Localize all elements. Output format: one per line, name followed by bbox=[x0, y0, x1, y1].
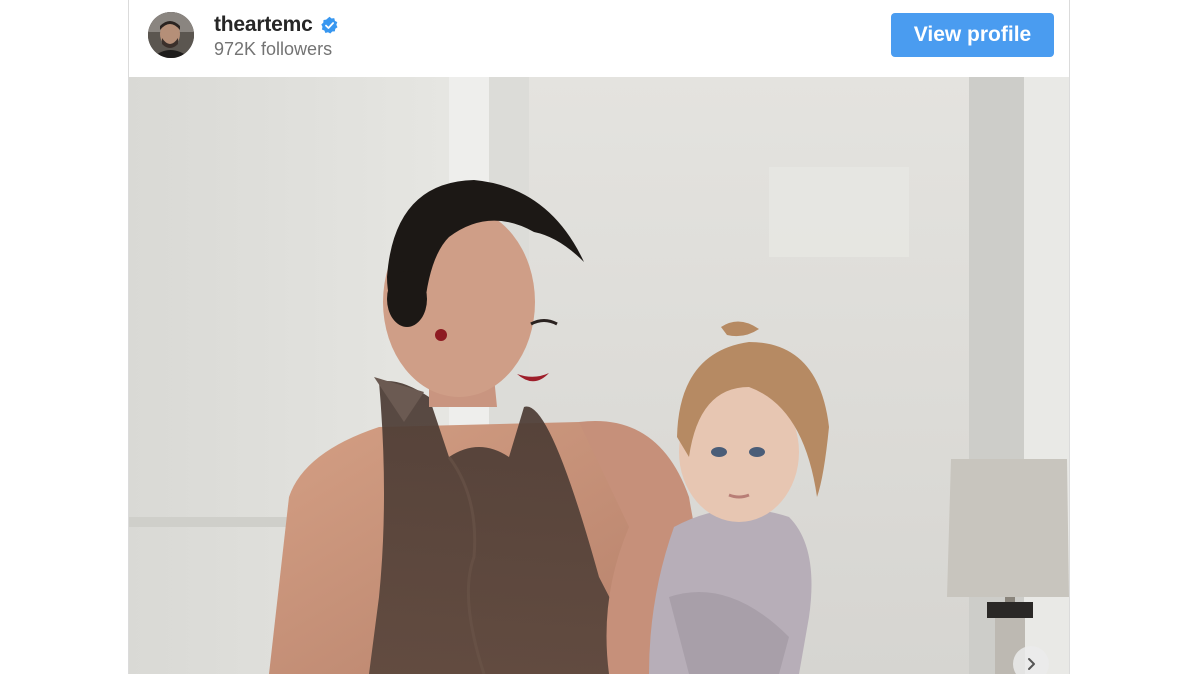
username[interactable]: theartemc bbox=[214, 13, 313, 37]
next-photo-button[interactable] bbox=[1013, 646, 1049, 674]
chevron-right-icon bbox=[1028, 658, 1035, 670]
username-row: theartemc bbox=[214, 12, 339, 38]
avatar-image bbox=[148, 12, 194, 58]
post-image bbox=[129, 77, 1069, 674]
post-photo[interactable] bbox=[129, 77, 1069, 674]
followers-count: 972K followers bbox=[214, 39, 333, 59]
instagram-embed: theartemc 972K followers View profile bbox=[128, 0, 1070, 674]
view-profile-button[interactable]: View profile bbox=[891, 13, 1054, 57]
verified-badge-icon bbox=[320, 16, 339, 35]
profile-avatar[interactable] bbox=[148, 12, 194, 58]
post-header: theartemc 972K followers View profile bbox=[129, 0, 1069, 77]
